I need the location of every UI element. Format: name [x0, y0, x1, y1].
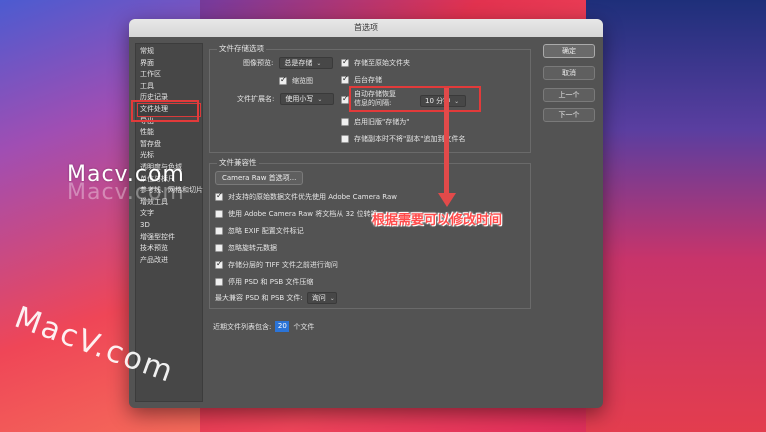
- desktop-wallpaper-right: [586, 0, 766, 432]
- image-preview-label: 图像预览:: [243, 59, 274, 67]
- background-save-checkbox[interactable]: [341, 74, 349, 84]
- legacy-save-as-checkbox[interactable]: [341, 118, 349, 126]
- ask-tiff-checkbox[interactable]: [215, 259, 223, 269]
- recent-files-label: 近期文件列表包含:: [213, 322, 272, 331]
- prev-button[interactable]: 上一个: [543, 88, 595, 102]
- sidebar-item-interface[interactable]: 界面: [138, 58, 200, 70]
- file-extension-select[interactable]: 使用小写 ⌄: [280, 93, 335, 105]
- sidebar-item-tech-preview[interactable]: 技术预览: [138, 243, 200, 255]
- recent-files-row: 近期文件列表包含: 20 个文件: [213, 321, 314, 332]
- ask-tiff-label: 存储分层的 TIFF 文件之前进行询问: [228, 261, 338, 269]
- sidebar-item-workspace[interactable]: 工作区: [138, 69, 200, 81]
- sidebar-item-type[interactable]: 文字: [138, 208, 200, 220]
- ignore-rotation-row: 忽略旋转元数据: [215, 243, 277, 253]
- max-compat-value: 询问: [311, 294, 326, 302]
- sidebar-item-general[interactable]: 常规: [138, 46, 200, 58]
- recent-files-suffix: 个文件: [293, 322, 315, 331]
- save-copy-checkbox[interactable]: [341, 135, 349, 143]
- ignore-rotation-label: 忽略旋转元数据: [228, 244, 277, 252]
- prefer-acr-row: 对支持的原始数据文件优先使用 Adobe Camera Raw: [215, 191, 398, 202]
- ignore-exif-checkbox[interactable]: [215, 227, 223, 235]
- background-save-label: 后台存储: [354, 76, 382, 84]
- autosave-highlight-box: [349, 86, 481, 112]
- save-original-folder-checkbox[interactable]: [341, 57, 349, 67]
- sidebar-item-enhanced-controls[interactable]: 增强型控件: [138, 232, 200, 244]
- save-original-folder-row: 存储至原始文件夹: [341, 57, 410, 68]
- ignore-exif-row: 忽略 EXIF 配置文件标记: [215, 226, 304, 236]
- legacy-save-as-label: 启用旧版"存储为": [354, 118, 410, 126]
- legacy-save-as-row: 启用旧版"存储为": [341, 117, 409, 127]
- disable-psb-checkbox[interactable]: [215, 278, 223, 286]
- file-extension-value: 使用小写: [285, 95, 314, 103]
- max-compat-label: 最大兼容 PSD 和 PSB 文件:: [215, 294, 303, 302]
- background-save-row: 后台存储: [341, 74, 382, 85]
- ignore-rotation-checkbox[interactable]: [215, 244, 223, 252]
- sidebar-item-cursors[interactable]: 光标: [138, 150, 200, 162]
- thumbnail-checkbox[interactable]: [279, 75, 287, 85]
- sidebar-item-product-improvement[interactable]: 产品改进: [138, 255, 200, 267]
- annotation-text: 根据需要可以修改时间: [372, 213, 503, 228]
- chevron-down-icon: ⌄: [316, 60, 322, 67]
- thumbnail-label: 缩览图: [292, 77, 313, 85]
- save-original-folder-label: 存储至原始文件夹: [354, 59, 410, 67]
- ask-tiff-row: 存储分层的 TIFF 文件之前进行询问: [215, 259, 338, 270]
- image-preview-row: 图像预览: 总是存储 ⌄: [243, 57, 334, 69]
- file-extension-label: 文件扩展名:: [237, 95, 275, 103]
- file-compat-label: 文件兼容性: [217, 157, 259, 168]
- sidebar-item-3d[interactable]: 3D: [138, 220, 200, 232]
- sidebar-item-performance[interactable]: 性能: [138, 127, 200, 139]
- prefer-acr-checkbox[interactable]: [215, 191, 223, 201]
- disable-psb-label: 停用 PSD 和 PSB 文件压缩: [228, 278, 314, 286]
- red-arrow-down-icon: [437, 193, 456, 207]
- preferences-dialog: 首选项 常规 界面 工作区 工具 历史记录 文件处理 导出 性能 暂存盘 光标 …: [129, 19, 603, 408]
- sidebar-item-scratch-disks[interactable]: 暂存盘: [138, 139, 200, 151]
- chevron-down-icon: ⌄: [317, 96, 323, 103]
- watermark-top-ghost: Macv.com: [67, 180, 185, 205]
- cancel-button[interactable]: 取消: [543, 66, 595, 80]
- ignore-exif-label: 忽略 EXIF 配置文件标记: [228, 227, 304, 235]
- next-button[interactable]: 下一个: [543, 108, 595, 122]
- autosave-checkbox[interactable]: [341, 94, 349, 104]
- file-handling-highlight-box: [131, 100, 199, 122]
- acr-convert-checkbox[interactable]: [215, 210, 223, 218]
- max-compat-select[interactable]: 询问 ⌄: [306, 292, 337, 304]
- file-extension-row: 文件扩展名: 使用小写 ⌄: [237, 93, 335, 105]
- thumbnail-row: 缩览图: [279, 75, 313, 86]
- red-arrow-shaft: [444, 88, 449, 195]
- file-save-options-label: 文件存储选项: [217, 43, 266, 54]
- disable-psb-row: 停用 PSD 和 PSB 文件压缩: [215, 277, 313, 287]
- camera-raw-prefs-button[interactable]: Camera Raw 首选项...: [215, 171, 304, 185]
- ok-button[interactable]: 确定: [543, 44, 595, 58]
- recent-files-input[interactable]: 20: [275, 321, 290, 332]
- image-preview-value: 总是存储: [284, 59, 313, 67]
- dialog-title: 首选项: [129, 19, 603, 37]
- acr-convert-row: 使用 Adobe Camera Raw 将文档从 32 位转换: [215, 209, 378, 219]
- max-compat-row: 最大兼容 PSD 和 PSB 文件: 询问 ⌄: [215, 292, 337, 304]
- sidebar-item-tools[interactable]: 工具: [138, 81, 200, 93]
- acr-convert-label: 使用 Adobe Camera Raw 将文档从 32 位转换: [228, 210, 378, 218]
- image-preview-select[interactable]: 总是存储 ⌄: [279, 57, 334, 69]
- prefer-acr-label: 对支持的原始数据文件优先使用 Adobe Camera Raw: [228, 193, 398, 201]
- chevron-down-icon: ⌄: [329, 295, 335, 302]
